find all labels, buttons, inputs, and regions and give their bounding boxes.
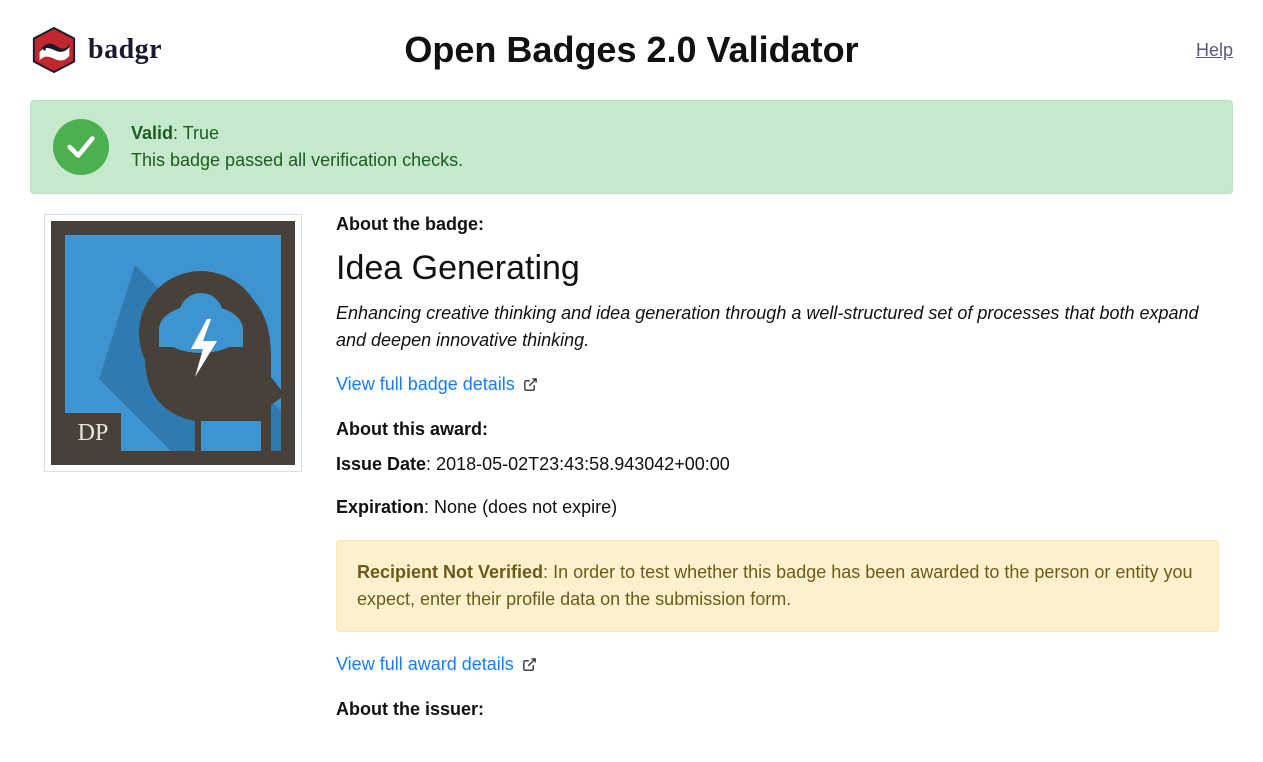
external-link-icon xyxy=(523,377,538,392)
expiration-label: Expiration xyxy=(336,497,424,517)
details-column: About the badge: Idea Generating Enhanci… xyxy=(336,214,1219,734)
valid-message: This badge passed all verification check… xyxy=(131,147,463,174)
help-link[interactable]: Help xyxy=(1196,40,1233,61)
page-header: badgr Open Badges 2.0 Validator Help xyxy=(30,20,1233,80)
view-badge-details-link[interactable]: View full badge details xyxy=(336,374,538,395)
badge-name: Idea Generating xyxy=(336,249,1219,288)
validation-success-alert: Valid: True This badge passed all verifi… xyxy=(30,100,1233,194)
recipient-warning-label: Recipient Not Verified xyxy=(357,562,543,582)
view-award-details-link[interactable]: View full award details xyxy=(336,654,537,675)
issue-date-value: 2018-05-02T23:43:58.943042+00:00 xyxy=(436,454,730,474)
issue-date-line: Issue Date: 2018-05-02T23:43:58.943042+0… xyxy=(336,454,1219,475)
about-award-heading: About this award: xyxy=(336,419,1219,440)
expiration-line: Expiration: None (does not expire) xyxy=(336,497,1219,518)
content: DP About the badge: Idea Generating Enha… xyxy=(30,214,1233,734)
page-title: Open Badges 2.0 Validator xyxy=(404,29,858,71)
badge-image: DP xyxy=(51,221,295,465)
expiration-value: None (does not expire) xyxy=(434,497,617,517)
badge-image-frame: DP xyxy=(44,214,302,472)
logo-text: badgr xyxy=(88,34,162,66)
view-award-details-label: View full award details xyxy=(336,654,514,675)
view-badge-details-label: View full badge details xyxy=(336,374,515,395)
recipient-warning-alert: Recipient Not Verified: In order to test… xyxy=(336,540,1219,632)
valid-value: True xyxy=(183,123,219,143)
badge-dp-label: DP xyxy=(78,420,109,446)
about-badge-heading: About the badge: xyxy=(336,214,1219,235)
badge-description: Enhancing creative thinking and idea gen… xyxy=(336,300,1219,354)
checkmark-icon xyxy=(53,119,109,175)
external-link-icon xyxy=(522,657,537,672)
logo[interactable]: badgr xyxy=(30,26,162,74)
about-issuer-heading: About the issuer: xyxy=(336,699,1219,720)
badgr-logo-icon xyxy=(30,26,78,74)
validation-alert-text: Valid: True This badge passed all verifi… xyxy=(131,120,463,174)
valid-label: Valid xyxy=(131,123,173,143)
issue-date-label: Issue Date xyxy=(336,454,426,474)
